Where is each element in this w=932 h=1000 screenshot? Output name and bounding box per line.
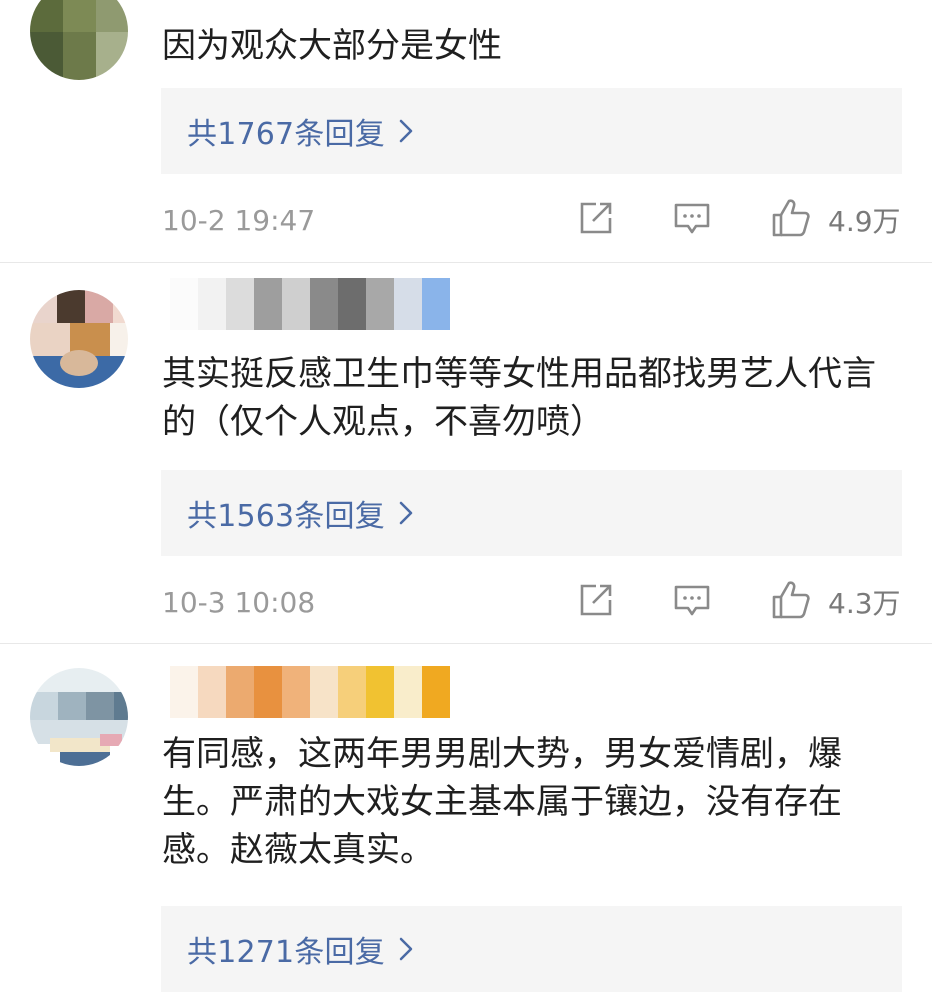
avatar-pixel (85, 290, 113, 323)
comment-icon[interactable] (672, 580, 716, 624)
comment-text: 其实挺反感卫生巾等等女性用品都找男艺人代言的（仅个人观点，不喜勿喷） (162, 354, 876, 442)
share-icon[interactable] (576, 198, 620, 242)
username-pixel (422, 666, 450, 718)
username-pixel (282, 278, 310, 330)
avatar-pixel (60, 752, 110, 766)
like-button[interactable]: 4.3万 (770, 580, 901, 624)
timestamp: 10-2 19:47 (162, 204, 316, 237)
like-count: 4.3万 (828, 587, 901, 620)
like-button[interactable]: 4.9万 (770, 198, 901, 242)
username-pixel (198, 666, 226, 718)
username-pixel (422, 278, 450, 330)
avatar[interactable] (30, 290, 128, 388)
divider (0, 643, 932, 644)
avatar-pixel (114, 692, 128, 720)
avatar-pixel (96, 32, 128, 80)
avatar-pixel (96, 0, 128, 32)
avatar-pixel (30, 32, 63, 80)
comment-meta: 10-3 10:08 4.3万 (0, 580, 932, 630)
reply-count-label: 共1767条回复 (187, 117, 385, 152)
username-pixel (366, 278, 394, 330)
avatar-pixel (113, 290, 128, 323)
avatar-pixel (63, 0, 96, 32)
share-icon[interactable] (576, 580, 620, 624)
username-pixel (226, 666, 254, 718)
username-blurred[interactable] (170, 666, 450, 718)
comment-text: 有同感，这两年男男剧大势，男女爱情剧，爆生。严肃的大戏女主基本属于镶边，没有存在… (162, 734, 842, 870)
avatar-pixel (60, 350, 98, 376)
reply-count-label: 共1271条回复 (187, 935, 385, 970)
username-pixel (310, 278, 338, 330)
avatar-pixel (63, 32, 96, 80)
reply-count-label: 共1563条回复 (187, 499, 385, 534)
username-pixel (310, 666, 338, 718)
username-pixel (170, 666, 198, 718)
avatar-pixel (58, 692, 86, 720)
username-blurred[interactable] (170, 278, 450, 330)
timestamp: 10-3 10:08 (162, 586, 316, 619)
username-pixel (338, 278, 366, 330)
avatar-pixel (86, 692, 114, 720)
username-pixel (338, 666, 366, 718)
avatar[interactable] (30, 668, 128, 766)
like-count: 4.9万 (828, 205, 901, 238)
comment-icon[interactable] (672, 198, 716, 242)
chevron-right-icon (399, 937, 413, 961)
thumbs-up-icon (770, 579, 812, 625)
view-replies-button[interactable]: 共1271条回复 (161, 906, 902, 992)
username-pixel (394, 666, 422, 718)
avatar-pixel (30, 0, 63, 32)
chevron-right-icon (399, 119, 413, 143)
username-pixel (198, 278, 226, 330)
avatar-pixel (30, 668, 128, 692)
chevron-right-icon (399, 501, 413, 525)
thumbs-up-icon (770, 197, 812, 243)
comment-text: 因为观众大部分是女性 (162, 26, 502, 66)
view-replies-button[interactable]: 共1563条回复 (161, 470, 902, 556)
avatar-pixel (57, 290, 85, 323)
avatar-pixel (30, 323, 70, 356)
username-pixel (170, 278, 198, 330)
username-pixel (394, 278, 422, 330)
avatar-pixel (100, 734, 122, 746)
username-pixel (254, 666, 282, 718)
username-pixel (366, 666, 394, 718)
avatar-pixel (110, 323, 128, 356)
divider (0, 262, 932, 263)
avatar-pixel (30, 692, 58, 720)
comment-meta: 10-2 19:47 4.9万 (0, 198, 932, 248)
username-pixel (254, 278, 282, 330)
view-replies-button[interactable]: 共1767条回复 (161, 88, 902, 174)
username-pixel (226, 278, 254, 330)
username-pixel (282, 666, 310, 718)
avatar[interactable] (30, 0, 128, 80)
avatar-pixel (30, 290, 57, 323)
